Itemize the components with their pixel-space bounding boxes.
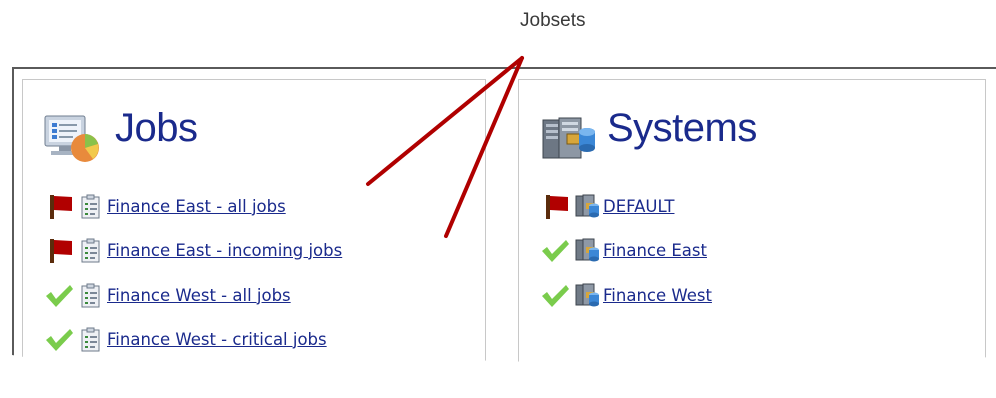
jobs-panel: Jobs Finance East - all jobs Finance Eas… <box>22 79 486 372</box>
red-flag-icon <box>43 235 75 265</box>
jobset-clipboard-icon <box>75 324 107 354</box>
jobset-link-finance-west-all[interactable]: Finance West - all jobs <box>107 286 291 305</box>
list-item[interactable]: Finance West - critical jobs <box>43 324 327 354</box>
list-item[interactable]: Finance East - all jobs <box>43 191 286 221</box>
green-check-icon <box>43 280 75 310</box>
red-flag-icon <box>43 191 75 221</box>
list-item[interactable]: DEFAULT <box>539 191 674 221</box>
jobset-link-finance-east-all[interactable]: Finance East - all jobs <box>107 197 286 216</box>
system-link-finance-east[interactable]: Finance East <box>603 241 707 260</box>
green-check-icon <box>539 280 571 310</box>
system-server-icon <box>571 280 603 310</box>
system-server-icon <box>571 235 603 265</box>
system-server-icon <box>571 191 603 221</box>
jobset-clipboard-icon <box>75 235 107 265</box>
dashboard-frame: Jobs Finance East - all jobs Finance Eas… <box>12 67 996 372</box>
systems-title: Systems <box>607 106 757 150</box>
list-item[interactable]: Finance East <box>539 235 707 265</box>
jobset-clipboard-icon <box>75 280 107 310</box>
callout-label: Jobsets <box>520 10 586 31</box>
list-item[interactable]: Finance East - incoming jobs <box>43 235 342 265</box>
jobset-link-finance-east-incoming[interactable]: Finance East - incoming jobs <box>107 241 342 260</box>
jobs-title: Jobs <box>115 106 198 150</box>
red-flag-icon <box>539 191 571 221</box>
systems-panel: Systems DEFAULT Finance East Finance Wes… <box>518 79 986 372</box>
green-check-icon <box>539 235 571 265</box>
jobs-monitor-pie-icon <box>43 114 107 168</box>
list-item[interactable]: Finance West - all jobs <box>43 280 291 310</box>
jobset-clipboard-icon <box>75 191 107 221</box>
green-check-icon <box>43 324 75 354</box>
list-item[interactable]: Finance West <box>539 280 712 310</box>
system-link-finance-west[interactable]: Finance West <box>603 286 712 305</box>
systems-servers-icon <box>537 114 599 166</box>
jobset-link-finance-west-critical[interactable]: Finance West - critical jobs <box>107 330 327 349</box>
system-link-default[interactable]: DEFAULT <box>603 197 674 216</box>
